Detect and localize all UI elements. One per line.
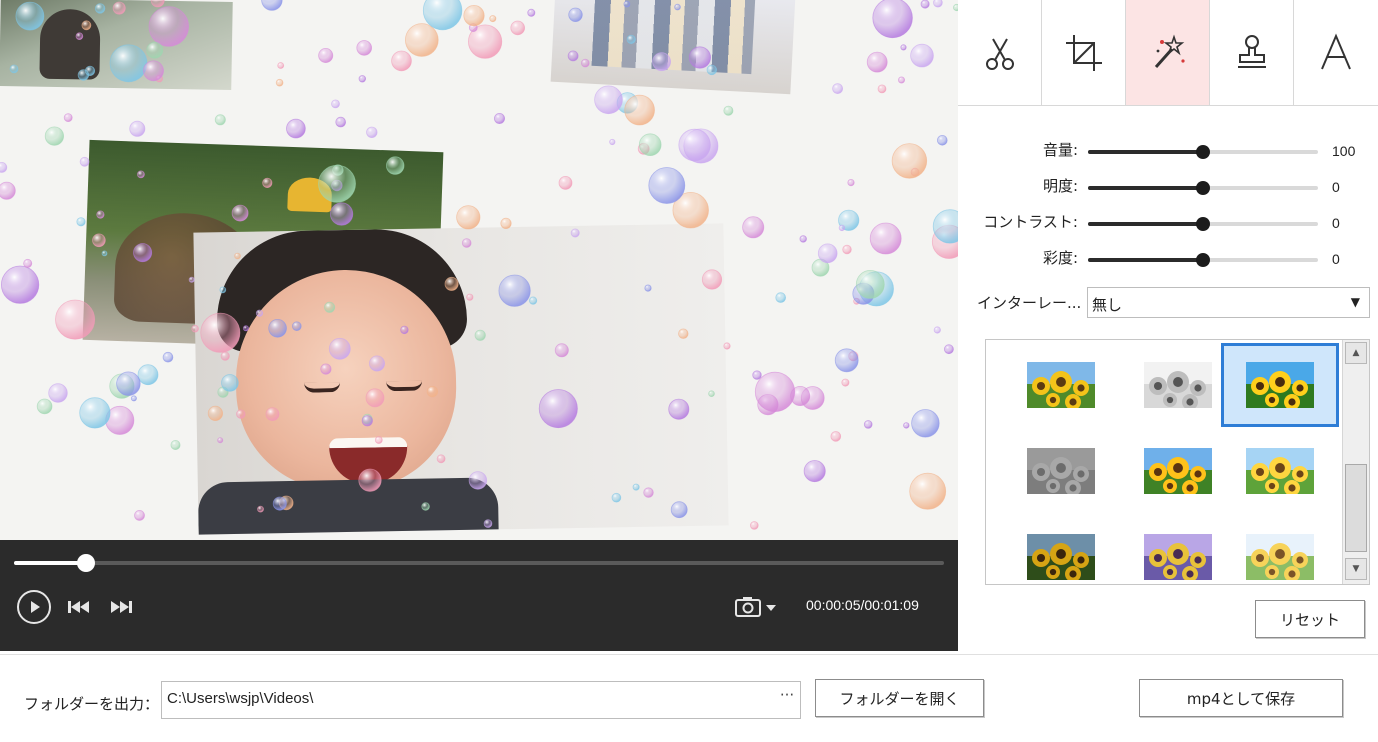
interlace-label: インターレー...	[977, 294, 1082, 312]
tool-tabs	[958, 0, 1378, 106]
adjustment-value: 100	[1332, 143, 1356, 159]
scroll-up-icon[interactable]: ▲	[1345, 342, 1367, 364]
adjustment-value: 0	[1332, 215, 1340, 231]
sunflower-thumbnail	[1246, 534, 1314, 580]
filter-scrollbar[interactable]: ▲ ▼	[1342, 340, 1369, 584]
skip-back-icon	[68, 601, 89, 613]
snapshot-button[interactable]	[734, 595, 780, 619]
camera-icon	[735, 597, 776, 617]
filter-option-soft[interactable]	[1221, 515, 1339, 584]
seek-bar[interactable]	[14, 561, 944, 565]
adjustment-value: 0	[1332, 251, 1340, 267]
adjustment-slider[interactable]	[1088, 145, 1318, 159]
adjustment-slider-handle[interactable]	[1196, 253, 1210, 267]
sunflower-thumbnail	[1027, 362, 1095, 408]
previous-button[interactable]	[66, 597, 92, 617]
adjustment-label: 音量:	[1042, 141, 1078, 159]
adjustment-value: 0	[1332, 179, 1340, 195]
tab-watermark[interactable]	[1210, 0, 1294, 105]
output-path-field[interactable]: C:\Users\wsjp\Videos\	[161, 681, 801, 719]
filter-option-emboss[interactable]	[1002, 429, 1120, 513]
crop-icon	[1065, 34, 1102, 71]
sunflower-thumbnail	[1144, 448, 1212, 494]
child-shirt	[197, 477, 499, 535]
interlace-selected-value: 無し	[1092, 296, 1123, 314]
play-icon	[31, 601, 40, 613]
filter-option-dark[interactable]	[1002, 515, 1120, 584]
adjustment-slider-handle[interactable]	[1196, 181, 1210, 195]
adjustment-slider-fill	[1088, 222, 1203, 226]
tab-crop[interactable]	[1042, 0, 1126, 105]
video-editor-window: 00:00:05/00:01:09 音量: 100 明度: 0 コントラスト: …	[0, 0, 1378, 742]
child-right-eye	[386, 380, 423, 392]
play-button[interactable]	[17, 590, 51, 624]
output-folder-label: フォルダーを出力：	[24, 695, 160, 713]
seek-bar-progress	[14, 561, 86, 565]
preview-photo-main	[193, 223, 729, 535]
save-as-mp4-button[interactable]: mp4として保存	[1139, 679, 1343, 717]
child-mouth	[329, 436, 408, 485]
reset-button[interactable]: リセット	[1255, 600, 1365, 638]
sunflower-thumbnail	[1027, 448, 1095, 494]
sunflower-thumbnail	[1144, 362, 1212, 408]
child-left-eye	[304, 382, 341, 393]
time-readout: 00:00:05/00:01:09	[806, 597, 919, 613]
text-icon	[1321, 32, 1351, 69]
open-folder-button[interactable]: フォルダーを開く	[815, 679, 984, 717]
adjustment-label: 彩度:	[1042, 249, 1078, 267]
filter-option-warm[interactable]	[1119, 429, 1237, 513]
adjustment-slider-fill	[1088, 186, 1203, 190]
sunflower-thumbnail	[1027, 534, 1095, 580]
player-controls: 00:00:05/00:01:09	[0, 540, 958, 651]
next-button[interactable]	[108, 597, 134, 617]
scroll-down-icon[interactable]: ▼	[1345, 558, 1367, 580]
scrollbar-thumb[interactable]	[1345, 464, 1367, 552]
filter-grid	[985, 339, 1370, 585]
tab-effects[interactable]	[1126, 0, 1210, 105]
preview-photo-top-left	[0, 0, 233, 91]
browse-folder-button[interactable]: ···	[776, 686, 798, 708]
filter-option-bright[interactable]	[1221, 429, 1339, 513]
adjustment-slider[interactable]	[1088, 217, 1318, 231]
adjustment-slider-handle[interactable]	[1196, 145, 1210, 159]
adjustment-slider-fill	[1088, 150, 1203, 154]
preview-photo-top-right	[550, 0, 796, 95]
filter-option-sketch[interactable]	[1119, 343, 1237, 427]
adjustment-label: 明度:	[1042, 177, 1078, 195]
adjustment-slider[interactable]	[1088, 253, 1318, 267]
adjustment-label: コントラスト:	[983, 213, 1078, 231]
video-preview[interactable]	[0, 0, 958, 540]
adjustment-slider[interactable]	[1088, 181, 1318, 195]
tab-text[interactable]	[1294, 0, 1378, 105]
skip-forward-icon	[111, 601, 132, 613]
magic-wand-icon	[1154, 33, 1185, 68]
filter-option-normal[interactable]	[1002, 343, 1120, 427]
sunflower-thumbnail	[1246, 362, 1314, 408]
interlace-dropdown[interactable]: 無し ▼	[1087, 287, 1370, 318]
sunflower-thumbnail	[1246, 448, 1314, 494]
sunflower-thumbnail	[1144, 534, 1212, 580]
filter-option-vivid[interactable]	[1221, 343, 1339, 427]
tab-trim[interactable]	[958, 0, 1042, 105]
adjustment-slider-handle[interactable]	[1196, 217, 1210, 231]
dropdown-arrow-icon: ▼	[1350, 295, 1360, 309]
stamp-icon	[1237, 34, 1266, 68]
footer-divider	[0, 654, 1378, 655]
seek-bar-handle[interactable]	[76, 554, 95, 572]
filter-option-purple[interactable]	[1119, 515, 1237, 584]
adjustment-slider-fill	[1088, 258, 1203, 262]
scissors-icon	[985, 38, 1014, 70]
